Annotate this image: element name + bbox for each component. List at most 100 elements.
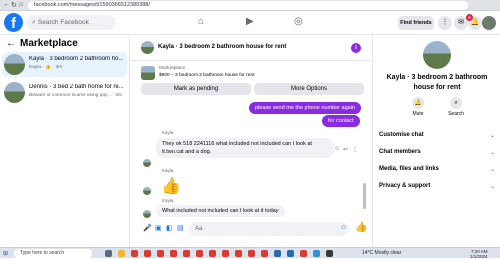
conversation-details-panel: Kayla · 3 bedroom 2 bathroom house for r… — [372, 35, 500, 247]
react-icon[interactable]: ☺ — [334, 146, 340, 152]
search-icon: ⌕ — [450, 97, 462, 109]
bell-icon: 🔔 — [412, 97, 424, 109]
sender-avatar — [143, 187, 151, 195]
sender-avatar — [143, 210, 151, 218]
facebook-top-bar: f ⌕ Search Facebook ⌂ ▶ ◎ Find friends ⋮ … — [0, 11, 500, 35]
sender-name: Kayla — [162, 198, 174, 203]
conversation-header: Kayla · 3 bedroom 2 bathroom house for r… — [131, 35, 371, 61]
info-icon[interactable]: i — [351, 43, 361, 53]
chevron-down-icon: ⌄ — [489, 133, 495, 139]
sticker-icon[interactable]: ◧ — [166, 224, 173, 232]
send-like-button[interactable]: 👍 — [355, 222, 367, 233]
listing-thumbnail — [4, 54, 25, 75]
video-nav-icon[interactable]: ▶ — [246, 16, 254, 27]
chrome-icon[interactable] — [170, 250, 177, 257]
mark-as-pending-button[interactable]: Mark as pending — [141, 83, 251, 95]
more-icon[interactable]: ⋮ — [352, 146, 358, 153]
app-icon[interactable] — [274, 250, 281, 257]
chat-item-subtitle: Kayla · 👍 · 3m — [29, 65, 63, 70]
mute-button[interactable]: 🔔 Mute — [403, 97, 433, 117]
profile-avatar[interactable] — [482, 16, 496, 30]
chrome-icon[interactable] — [222, 250, 229, 257]
chat-item-subtitle: Beware of common scams using pay... · 3m — [29, 93, 122, 98]
reply-icon[interactable]: ↩ — [343, 146, 348, 153]
back-icon[interactable]: ← — [3, 1, 10, 8]
app-icon[interactable] — [326, 250, 333, 257]
mute-label: Mute — [412, 111, 424, 117]
marketplace-header: ← Marketplace — [6, 38, 78, 49]
customise-chat-section[interactable]: Customise chat ⌄ — [379, 132, 495, 139]
emoji-icon[interactable]: ☺ — [340, 224, 347, 231]
file-explorer-icon[interactable] — [118, 250, 125, 257]
conversation-title[interactable]: Kayla · 3 bedroom 2 bathroom house for r… — [158, 44, 286, 50]
listing-card[interactable]: Marketplace $900 – 3 bedroom 2 bathroom … — [141, 65, 363, 81]
notification-badge: 6 — [466, 14, 473, 21]
windows-taskbar: ⊞ Type here to search 14°C Mostly clear … — [0, 247, 500, 259]
chat-members-section[interactable]: Chat members ⌄ — [379, 149, 495, 156]
chat-item-title: Dennis · 3 bed 2 bath home for re... — [29, 84, 124, 90]
message-bubble-incoming[interactable]: They ok 518 2241116 what included not in… — [156, 138, 334, 158]
chrome-icon[interactable] — [248, 250, 255, 257]
message-bubble-outgoing[interactable]: for contact — [322, 115, 360, 127]
reload-icon[interactable]: ↻ — [11, 1, 17, 9]
search-label: Search — [448, 111, 464, 117]
privacy-support-section[interactable]: Privacy & support ⌄ — [379, 183, 495, 190]
search-facebook-input[interactable]: ⌕ Search Facebook — [26, 15, 116, 30]
chrome-icon[interactable] — [196, 250, 203, 257]
details-title: Kayla · 3 bedroom 2 bathroom house for r… — [386, 74, 488, 91]
listing-kind: Marketplace — [159, 66, 186, 71]
gif-icon[interactable]: ▤ — [177, 224, 184, 232]
chevron-down-icon: ⌄ — [489, 184, 495, 190]
chevron-down-icon: ⌄ — [489, 167, 495, 173]
chrome-icon[interactable] — [235, 250, 242, 257]
sender-avatar — [143, 159, 151, 167]
chrome-icon[interactable] — [300, 250, 307, 257]
chevron-down-icon: ⌄ — [489, 150, 495, 156]
chat-list-item[interactable]: Dennis · 3 bed 2 bath home for re... Bew… — [2, 80, 127, 105]
listing-description: $900 – 3 bedroom 2 bathroom house for re… — [159, 73, 255, 78]
conversation-thumbnail — [141, 41, 154, 54]
message-bubble-incoming[interactable]: What included not included can I look at… — [156, 205, 285, 217]
facebook-logo-icon[interactable]: f — [4, 13, 23, 32]
chrome-icon[interactable] — [183, 250, 190, 257]
more-options-button[interactable]: More Options — [254, 83, 364, 95]
app-icon[interactable] — [313, 250, 320, 257]
chrome-icon[interactable] — [131, 250, 138, 257]
find-friends-button[interactable]: Find friends — [398, 16, 434, 30]
home-nav-icon[interactable]: ⌂ — [198, 16, 204, 27]
task-view-icon[interactable] — [105, 250, 112, 257]
message-composer: 🎤 ▣ ◧ ▤ Aa ☺ 👍 — [131, 219, 371, 239]
microphone-icon[interactable]: 🎤 — [143, 224, 152, 232]
chat-item-title: Kayla · 3 bedroom 2 bathroom ho... — [29, 56, 124, 62]
message-bubble-outgoing[interactable]: please send me the phone number again — [249, 102, 361, 114]
media-files-links-section[interactable]: Media, files and links ⌄ — [379, 166, 495, 173]
sender-name: Kayla — [162, 168, 174, 173]
listing-thumbnail — [423, 41, 451, 69]
clock-date: 1/1/2024 — [470, 254, 488, 259]
chrome-icon[interactable] — [157, 250, 164, 257]
app-icon[interactable] — [287, 250, 294, 257]
weather-widget[interactable]: 14°C Mostly clear — [362, 250, 401, 256]
chat-scrollbar[interactable] — [363, 183, 366, 209]
conversation-panel: Kayla · 3 bedroom 2 bathroom house for r… — [131, 35, 371, 247]
sender-name: Kayla — [162, 130, 174, 135]
photo-icon[interactable]: ▣ — [155, 224, 162, 232]
back-arrow-icon[interactable]: ← — [6, 38, 16, 49]
address-bar[interactable]: facebook.com/messages/t/1590366512380388… — [28, 1, 468, 10]
menu-grid-icon[interactable]: ⋮ — [438, 16, 452, 30]
taskbar-search-input[interactable]: Type here to search — [14, 249, 92, 258]
search-conversation-button[interactable]: ⌕ Search — [441, 97, 471, 117]
chat-list-item[interactable]: Kayla · 3 bedroom 2 bathroom ho... Kayla… — [2, 52, 127, 77]
chrome-icon[interactable] — [209, 250, 216, 257]
listing-thumbnail — [141, 66, 155, 80]
thumbs-up-icon[interactable]: 👍 — [161, 176, 181, 196]
groups-nav-icon[interactable]: ◎ — [294, 16, 303, 27]
home-icon[interactable]: ⌂ — [19, 1, 23, 8]
chrome-icon[interactable] — [261, 250, 268, 257]
listing-thumbnail — [4, 82, 25, 103]
message-input[interactable]: Aa — [189, 222, 349, 236]
search-icon: ⌕ — [32, 19, 36, 26]
browser-bar: ← ↻ ⌂ facebook.com/messages/t/1590366512… — [0, 0, 500, 11]
windows-start-icon[interactable]: ⊞ — [3, 250, 8, 257]
chrome-icon[interactable] — [144, 250, 151, 257]
